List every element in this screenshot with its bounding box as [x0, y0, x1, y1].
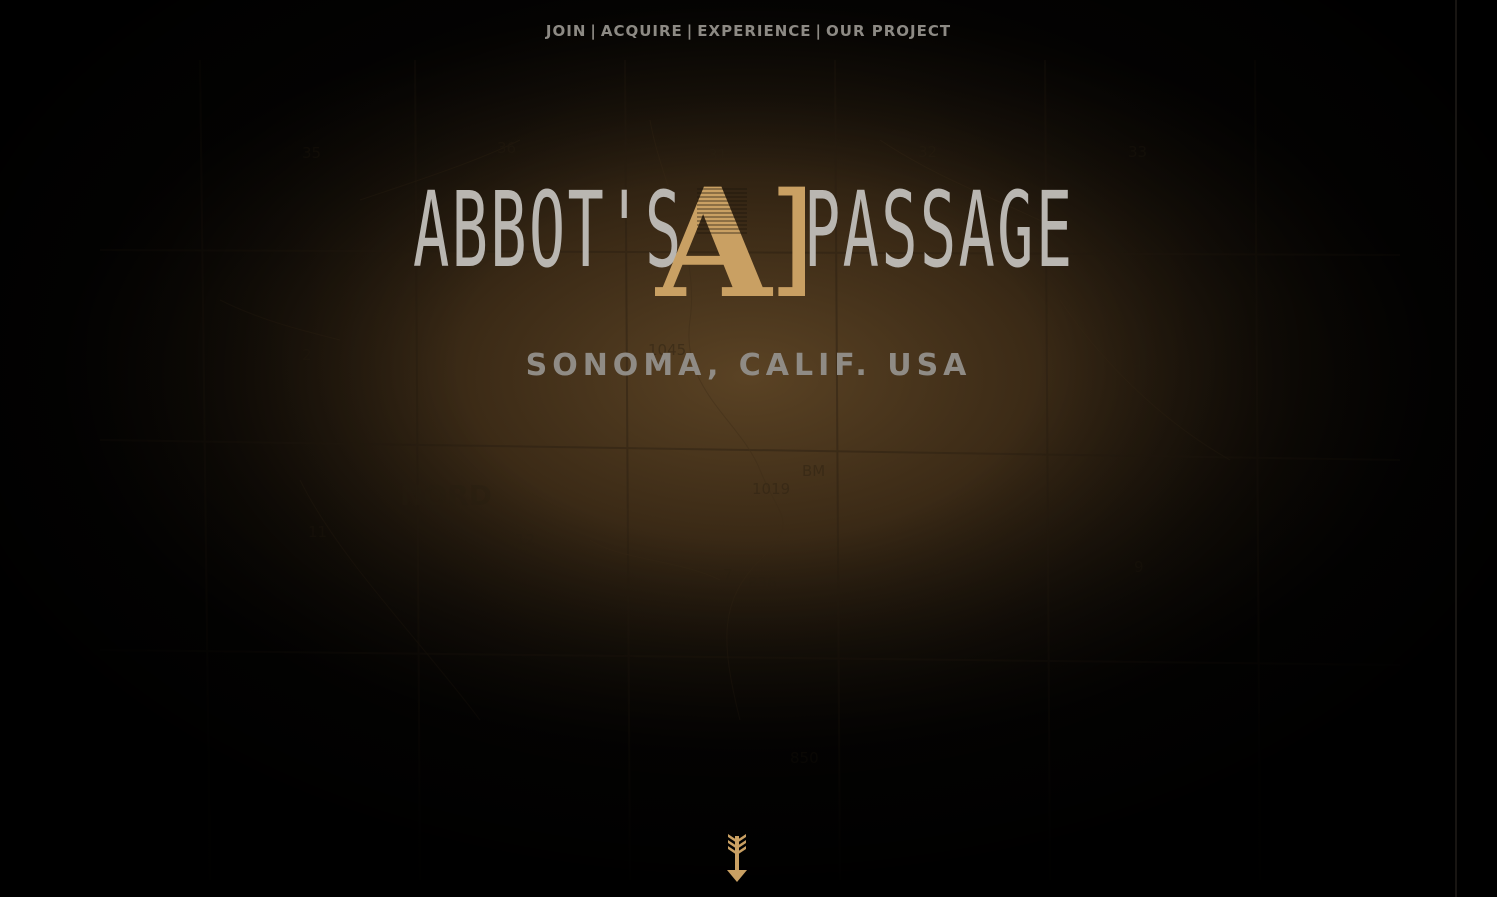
svg-text:33: 33	[1128, 143, 1147, 161]
svg-text:836: 836	[748, 574, 777, 592]
arrow-down-icon[interactable]	[724, 830, 750, 884]
logo-right-word: PASSAGE	[804, 169, 1075, 291]
svg-text:32: 32	[918, 143, 937, 161]
svg-text:7: 7	[723, 566, 733, 584]
nav-acquire-link[interactable]: ACQUIRE	[601, 22, 683, 40]
svg-text:11: 11	[308, 523, 327, 541]
nav-separator: |	[815, 22, 823, 40]
ap-monogram-logo: AP	[655, 168, 805, 313]
svg-text:NORD: NORD	[400, 479, 492, 512]
page-edge-divider	[1455, 0, 1457, 897]
svg-text:8: 8	[932, 560, 942, 578]
svg-text:BM: BM	[802, 462, 825, 480]
svg-text:12: 12	[516, 531, 535, 549]
top-navigation: JOIN | ACQUIRE | EXPERIENCE | OUR PROJECT	[0, 22, 1497, 40]
topographic-map-background: 35 36 31 32 33 2 1045 4 1019 BM 12 11 83…	[99, 59, 1401, 881]
nav-separator: |	[686, 22, 694, 40]
svg-text:35: 35	[302, 144, 321, 162]
svg-text:9: 9	[1134, 558, 1144, 576]
svg-text:1019: 1019	[752, 480, 790, 498]
location-subtitle: SONOMA, CALIF. USA	[525, 348, 972, 383]
landing-page: 35 36 31 32 33 2 1045 4 1019 BM 12 11 83…	[0, 0, 1497, 897]
nav-our-project-link[interactable]: OUR PROJECT	[826, 22, 951, 40]
brand-logo[interactable]: ABBOT'S AP PASSAGE	[0, 168, 1497, 313]
nav-join-link[interactable]: JOIN	[546, 22, 586, 40]
logo-left-word: ABBOT'S	[413, 169, 684, 291]
svg-text:36: 36	[497, 139, 516, 157]
nav-separator: |	[590, 22, 597, 40]
nav-experience-link[interactable]: EXPERIENCE	[697, 22, 811, 40]
svg-text:31: 31	[708, 146, 727, 164]
svg-text:850: 850	[790, 749, 819, 767]
